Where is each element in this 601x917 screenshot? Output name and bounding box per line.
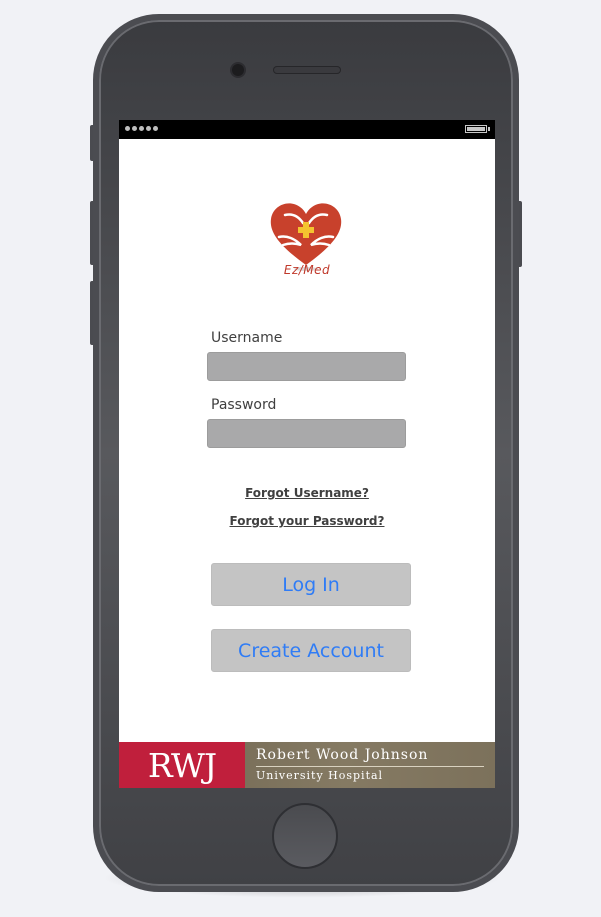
password-label: Password	[211, 397, 277, 413]
create-account-button[interactable]: Create Account	[211, 629, 411, 672]
forgot-username-link[interactable]: Forgot Username?	[119, 486, 495, 500]
hospital-subtitle: University Hospital	[256, 769, 384, 782]
signal-icon	[125, 126, 158, 131]
app-screen: Ez/Med Username Password Forgot Username…	[119, 120, 495, 788]
rwj-hospital-banner: RWJ Robert Wood Johnson University Hospi…	[119, 742, 495, 788]
earpiece-speaker	[273, 66, 341, 74]
password-input[interactable]	[207, 419, 406, 448]
hospital-name: Robert Wood Johnson	[256, 747, 429, 763]
forgot-password-link[interactable]: Forgot your Password?	[119, 514, 495, 528]
front-camera	[232, 64, 244, 76]
rwj-abbrev: RWJ	[147, 745, 217, 785]
username-input[interactable]	[207, 352, 406, 381]
rwj-logo: RWJ	[119, 742, 245, 788]
username-label: Username	[211, 330, 283, 346]
battery-tip	[488, 127, 490, 131]
banner-divider	[256, 766, 484, 767]
logo-wordmark: Ez/Med	[283, 263, 331, 277]
login-button[interactable]: Log In	[211, 563, 411, 606]
status-bar	[119, 120, 495, 139]
home-button[interactable]	[272, 803, 338, 869]
battery-icon	[465, 125, 487, 133]
